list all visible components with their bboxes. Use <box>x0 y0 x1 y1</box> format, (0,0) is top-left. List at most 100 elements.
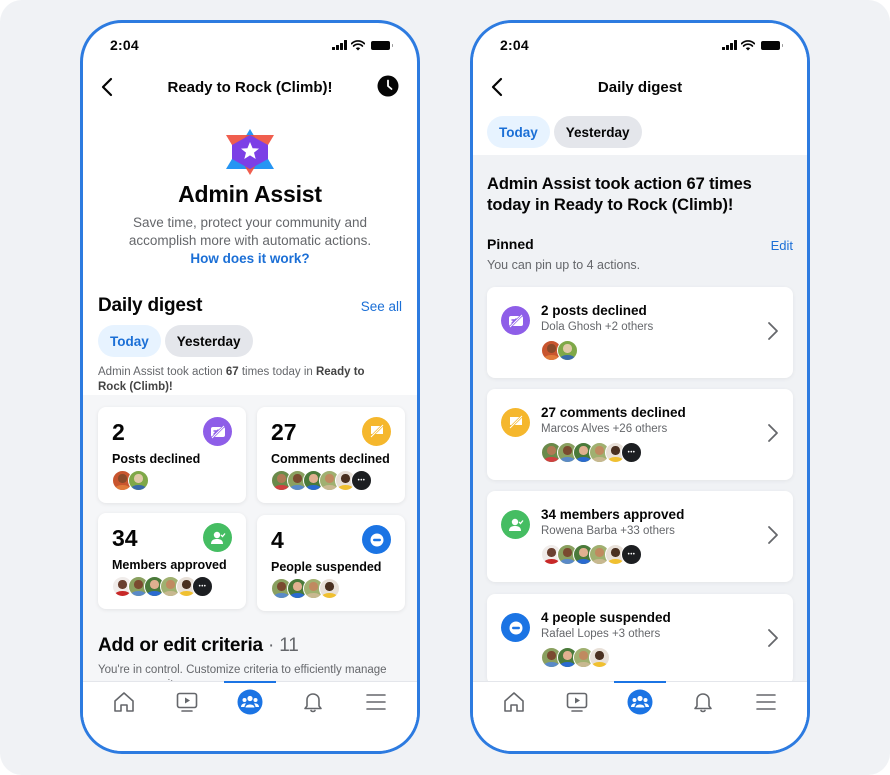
battery-icon <box>761 40 783 50</box>
status-bar: 2:04 <box>473 23 807 67</box>
post-declined-icon <box>203 417 232 446</box>
tab-groups[interactable] <box>620 688 660 716</box>
row-subtitle: Rafael Lopes +3 others <box>541 628 661 640</box>
status-bar: 2:04 <box>83 23 417 67</box>
member-approved-icon <box>203 523 232 552</box>
tab-menu[interactable] <box>746 688 786 716</box>
tab-watch[interactable] <box>167 688 207 716</box>
status-time: 2:04 <box>500 37 529 53</box>
bottom-tab-bar <box>473 681 807 751</box>
tab-notifications[interactable] <box>683 688 723 716</box>
chip-today[interactable]: Today <box>487 116 550 148</box>
chip-yesterday[interactable]: Yesterday <box>553 116 642 148</box>
wifi-icon <box>351 39 365 50</box>
summary-prefix: Admin Assist took action <box>98 366 226 378</box>
criteria-title: Add or edit criteria <box>98 635 263 656</box>
stat-card-comments-declined[interactable]: 27 Comments declined <box>257 407 405 503</box>
home-icon <box>502 691 526 713</box>
suspended-icon <box>362 525 391 554</box>
member-approved-icon <box>501 510 530 539</box>
activity-log-button[interactable] <box>377 75 399 97</box>
stat-value: 4 <box>271 527 284 553</box>
tab-home[interactable] <box>494 688 534 716</box>
how-does-it-work-link[interactable]: How does it work? <box>190 251 309 266</box>
criteria-separator: · <box>262 635 280 656</box>
stat-card-members-approved[interactable]: 34 Members approved <box>98 513 246 609</box>
row-title: 4 people suspended <box>541 610 671 625</box>
stat-value: 34 <box>112 525 138 551</box>
page-title: Daily digest <box>597 78 683 96</box>
top-header: Daily digest <box>473 67 807 107</box>
avatar-stack <box>271 578 340 599</box>
tab-home[interactable] <box>104 688 144 716</box>
suspended-icon <box>501 613 530 642</box>
bell-icon <box>691 690 715 714</box>
chevron-left-icon <box>101 77 113 97</box>
digest-row-comments-declined[interactable]: 27 comments declined Marcos Alves +26 ot… <box>487 389 793 480</box>
row-subtitle: Dola Ghosh +2 others <box>541 321 654 333</box>
digest-row-posts-declined[interactable]: 2 posts declined Dola Ghosh +2 others <box>487 287 793 378</box>
chevron-left-icon <box>491 77 503 97</box>
avatar-stack <box>271 470 372 491</box>
clock-icon <box>377 75 399 97</box>
bottom-tab-bar <box>83 681 417 751</box>
see-all-link[interactable]: See all <box>361 299 402 314</box>
avatar-stack <box>541 544 642 565</box>
daily-digest-header: Daily digest See all <box>98 295 402 317</box>
tab-list <box>83 688 417 716</box>
status-icons <box>722 39 783 51</box>
summary-count: 67 <box>225 366 239 378</box>
tab-notifications[interactable] <box>293 688 333 716</box>
digest-row-people-suspended[interactable]: 4 people suspended Rafael Lopes +3 other… <box>487 594 793 685</box>
tab-menu[interactable] <box>356 688 396 716</box>
back-button[interactable] <box>483 73 511 101</box>
date-filter-chips: Today Yesterday <box>98 325 253 357</box>
digest-row-members-approved[interactable]: 34 members approved Rowena Barba +33 oth… <box>487 491 793 582</box>
menu-icon <box>754 692 778 712</box>
tab-watch[interactable] <box>557 688 597 716</box>
active-tab-indicator <box>224 681 276 683</box>
active-tab-indicator <box>614 681 666 683</box>
chevron-right-icon <box>768 424 778 442</box>
stat-label: Comments declined <box>271 452 390 466</box>
chevron-right-icon <box>768 322 778 340</box>
chip-today[interactable]: Today <box>98 325 161 357</box>
row-title: 27 comments declined <box>541 405 686 420</box>
video-icon <box>565 691 589 713</box>
wifi-icon <box>741 39 755 50</box>
status-time: 2:04 <box>110 37 139 53</box>
comment-declined-icon <box>362 417 391 446</box>
tab-list <box>473 688 807 716</box>
admin-assist-hero: Admin Assist Save time, protect your com… <box>83 127 417 268</box>
groups-icon <box>627 689 653 715</box>
row-title: 2 posts declined <box>541 303 647 318</box>
edit-pinned-button[interactable]: Edit <box>771 238 793 253</box>
admin-assist-description: Save time, protect your community and ac… <box>128 215 372 248</box>
chevron-right-icon <box>768 526 778 544</box>
daily-summary-text: Admin Assist took action 67 times today … <box>98 365 392 395</box>
battery-icon <box>371 40 393 50</box>
stat-label: Posts declined <box>112 452 201 466</box>
tab-groups[interactable] <box>230 688 270 716</box>
more-avatars-icon <box>351 470 372 491</box>
more-avatars-icon <box>621 442 642 463</box>
row-subtitle: Rowena Barba +33 others <box>541 525 675 537</box>
stat-label: Members approved <box>112 558 227 572</box>
stat-card-people-suspended[interactable]: 4 People suspended <box>257 515 405 611</box>
avatar-stack <box>112 470 149 491</box>
page-title: Ready to Rock (Climb)! <box>167 78 333 96</box>
chip-yesterday[interactable]: Yesterday <box>164 325 253 357</box>
admin-assist-title: Admin Assist <box>178 181 322 207</box>
bell-icon <box>301 690 325 714</box>
stat-card-posts-declined[interactable]: 2 Posts declined <box>98 407 246 503</box>
back-button[interactable] <box>93 73 121 101</box>
criteria-heading: Add or edit criteria · 11 <box>98 635 299 657</box>
phone-admin-assist: 2:04 Ready to Rock (Climb)! Admin Assist… <box>80 20 420 754</box>
pinned-title: Pinned <box>487 236 534 252</box>
row-subtitle: Marcos Alves +26 others <box>541 423 668 435</box>
background-canvas: 2:04 Ready to Rock (Climb)! Admin Assist… <box>0 0 890 775</box>
comment-declined-icon <box>501 408 530 437</box>
signal-icon <box>722 40 737 50</box>
top-header: Ready to Rock (Climb)! <box>83 67 417 107</box>
digest-headline: Admin Assist took action 67 times today … <box>487 175 752 214</box>
